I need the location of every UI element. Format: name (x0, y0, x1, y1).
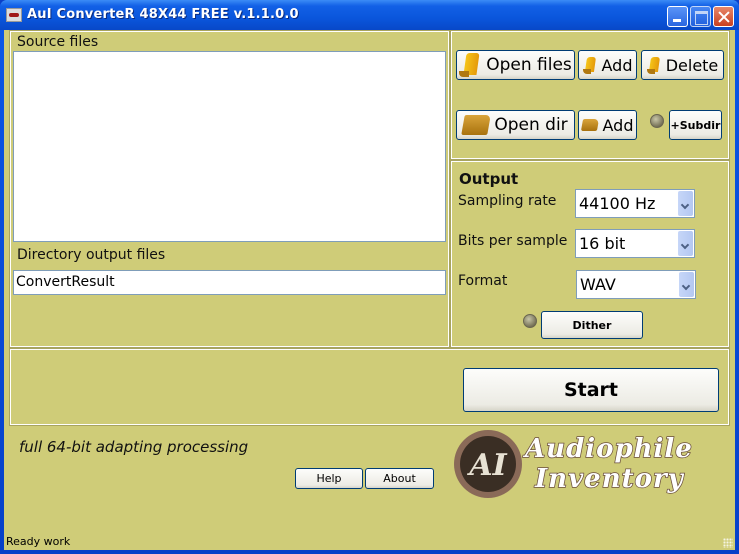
logo-line2: Inventory (534, 464, 685, 494)
chevron-down-icon[interactable] (678, 231, 693, 256)
dither-button[interactable]: Dither (541, 311, 643, 339)
window-title: AuI ConverteR 48X44 FREE v.1.1.0.0 (27, 7, 299, 22)
output-dir-label: Directory output files (17, 247, 166, 263)
add-dir-button[interactable]: Add (578, 110, 637, 140)
bits-per-sample-select[interactable]: 16 bit (575, 229, 695, 258)
sampling-rate-label: Sampling rate (458, 193, 557, 209)
close-button[interactable] (713, 6, 734, 27)
open-dir-button[interactable]: Open dir (456, 110, 575, 140)
logo-graphic: AI Audiophile Inventory (454, 430, 693, 498)
app-window: AuI ConverteR 48X44 FREE v.1.1.0.0 Sourc… (0, 0, 739, 554)
subdir-button[interactable]: +Subdir (669, 110, 722, 140)
scroll-icon (459, 53, 481, 77)
scroll-icon (646, 57, 661, 74)
client-area: Source files Directory output files Conv… (4, 30, 735, 550)
start-button[interactable]: Start (463, 368, 719, 412)
logo-line1: Audiophile (522, 434, 693, 464)
audiophile-inventory-logo: AI Audiophile Inventory (453, 427, 718, 501)
output-dir-input[interactable]: ConvertResult (13, 270, 446, 295)
subdir-indicator (650, 114, 664, 128)
maximize-button[interactable] (690, 6, 711, 27)
source-files-label: Source files (17, 34, 99, 50)
slogan-text: full 64-bit adapting processing (19, 438, 249, 456)
start-panel: Start (9, 348, 730, 426)
app-icon[interactable] (6, 8, 22, 22)
about-button[interactable]: About (365, 468, 434, 489)
help-button[interactable]: Help (295, 468, 363, 489)
source-files-list[interactable] (13, 51, 446, 242)
file-buttons-panel: Open files Add Delete Open dir Add +Subd… (450, 30, 730, 160)
title-bar[interactable]: AuI ConverteR 48X44 FREE v.1.1.0.0 (0, 0, 739, 30)
add-files-button[interactable]: Add (578, 50, 637, 80)
folder-icon (580, 119, 599, 131)
resize-grip[interactable] (723, 538, 733, 548)
status-bar-text: Ready work (6, 535, 71, 548)
minimize-button[interactable] (667, 6, 688, 27)
sampling-rate-select[interactable]: 44100 Hz (575, 189, 695, 218)
output-heading: Output (459, 170, 519, 188)
format-label: Format (458, 273, 508, 289)
source-panel: Source files Directory output files Conv… (9, 30, 450, 348)
logo-monogram: AI (466, 448, 507, 483)
dither-indicator (523, 314, 537, 328)
delete-button[interactable]: Delete (641, 50, 724, 80)
chevron-down-icon[interactable] (678, 191, 693, 216)
bits-per-sample-label: Bits per sample (458, 233, 568, 249)
output-panel: Output Sampling rate 44100 Hz Bits per s… (450, 160, 730, 348)
folder-icon (461, 115, 492, 135)
chevron-down-icon[interactable] (679, 272, 694, 297)
format-select[interactable]: WAV (576, 270, 696, 299)
scroll-icon (582, 57, 597, 74)
open-files-button[interactable]: Open files (456, 50, 575, 80)
